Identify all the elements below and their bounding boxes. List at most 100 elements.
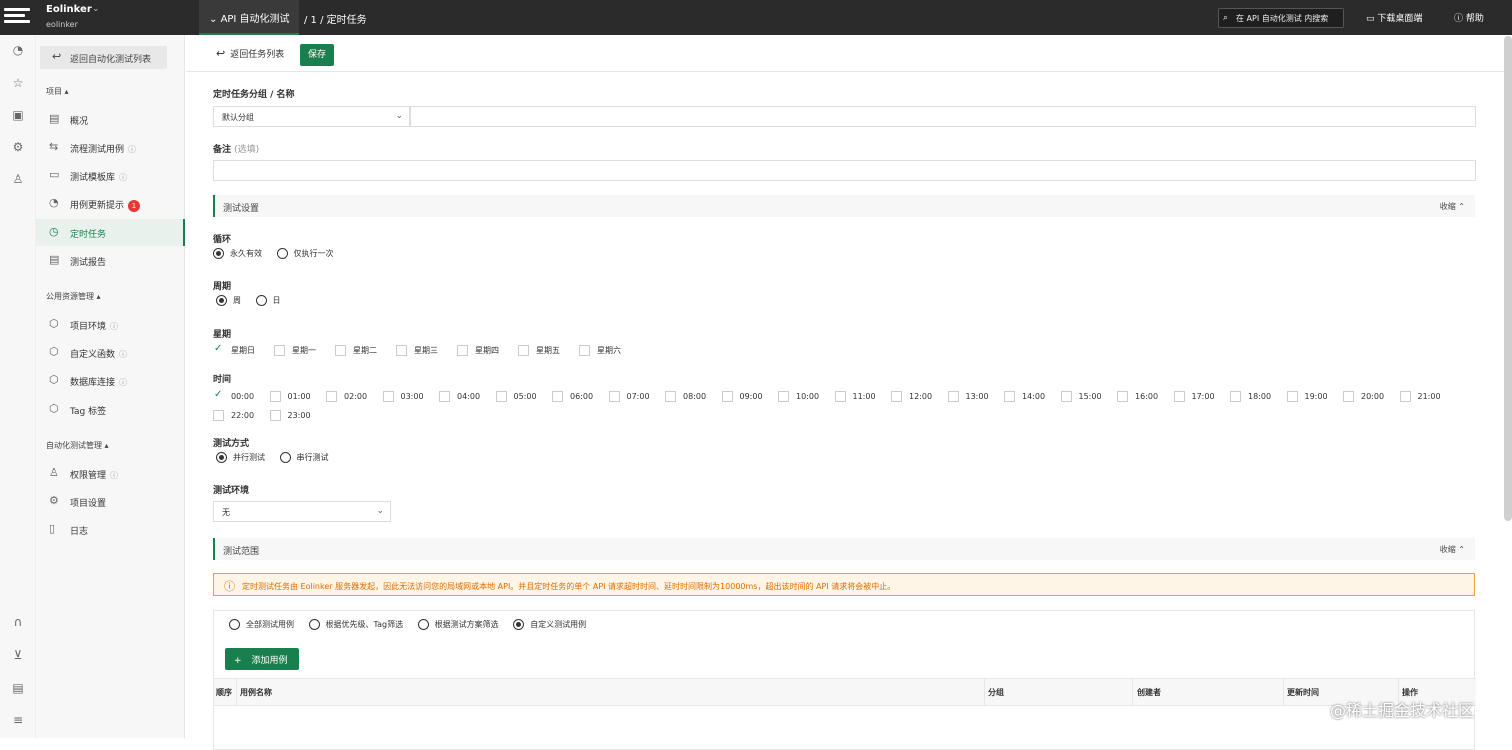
remark-input[interactable] (213, 160, 1476, 181)
col-case-name: 用例名称 (240, 688, 272, 697)
shop-icon[interactable]: ▣ (10, 108, 26, 122)
weekday-checkbox[interactable]: 星期四 (457, 345, 499, 356)
collapse-settings-button[interactable]: 收缩 ⌃ (1440, 201, 1465, 212)
env-label: 测试环境 (213, 486, 250, 496)
sidebar-item-functions[interactable]: ⬡ 自定义函数 ⓘ (36, 339, 185, 366)
sidebar-item-permissions[interactable]: ♙ 权限管理 ⓘ (36, 460, 185, 487)
time-checkbox[interactable]: 12:00 (891, 391, 932, 402)
time-checkbox[interactable]: 00:00 (213, 389, 254, 402)
scope-plan-radio[interactable]: 根据测试方案筛选 (417, 619, 499, 630)
weekday-checkbox[interactable]: 星期一 (274, 345, 316, 356)
cube-icon: ⬡ (49, 402, 59, 415)
sidebar-item-overview[interactable]: ▤ 概况 (36, 106, 185, 133)
time-checkbox[interactable]: 23:00 (269, 410, 311, 421)
time-checkbox[interactable]: 07:00 (608, 391, 650, 402)
star-icon[interactable]: ☆ (10, 76, 26, 90)
scope-custom-radio[interactable]: 自定义测试用例 (513, 619, 586, 630)
bell-icon[interactable]: ◔ (10, 43, 26, 57)
time-checkbox[interactable]: 04:00 (439, 391, 480, 402)
download-desktop-button[interactable]: ▭ 下载桌面端 (1366, 11, 1422, 24)
loop-once-radio[interactable]: 仅执行一次 (276, 248, 334, 259)
cube-icon: ⬡ (49, 345, 59, 358)
sidebar-item-log[interactable]: ▯ 日志 (36, 516, 185, 543)
mode-serial-radio[interactable]: 串行测试 (279, 452, 329, 463)
period-day-radio[interactable]: 日 (255, 295, 281, 306)
group-select[interactable]: 默认分组 ⌄ (213, 106, 410, 127)
time-checkbox[interactable]: 14:00 (1004, 391, 1045, 402)
period-week-radio[interactable]: 周 (216, 295, 241, 306)
time-checkbox[interactable]: 17:00 (1173, 391, 1215, 402)
week-label: 星期 (213, 330, 232, 340)
workspace-name[interactable]: Eolinker (46, 4, 92, 15)
weekday-checkbox[interactable]: 星期二 (335, 345, 377, 356)
time-checkbox[interactable]: 09:00 (721, 391, 763, 402)
sidebar-item-database[interactable]: ⬡ 数据库连接 ⓘ (36, 367, 185, 394)
menu-icon[interactable]: ≡ (10, 713, 26, 727)
scope-radio-group: 全部测试用例 根据优先级、Tag筛选 根据测试方案筛选 自定义测试用例 (229, 619, 598, 630)
weekday-checkbox[interactable]: 星期日 (213, 343, 255, 356)
sidebar-item-env[interactable]: ⬡ 项目环境 ⓘ (36, 311, 185, 338)
task-name-input[interactable] (410, 106, 1476, 127)
sidebar-item-templates[interactable]: ▭ 测试模板库 ⓘ (36, 162, 185, 189)
help-button[interactable]: ⓘ 帮助 (1454, 11, 1484, 24)
time-checkbox[interactable]: 16:00 (1117, 391, 1158, 402)
back-to-tasks-button[interactable]: ↩ 返回任务列表 (216, 47, 284, 60)
eolinker-logo-icon[interactable] (4, 8, 30, 28)
sidebar-item-flow-cases[interactable]: ⇆ 流程测试用例 ⓘ (36, 134, 185, 161)
time-checkbox[interactable]: 19:00 (1286, 391, 1328, 402)
plus-icon: + (234, 656, 242, 666)
group-project[interactable]: 项目 ▴ (46, 86, 69, 97)
time-checkbox[interactable]: 15:00 (1060, 391, 1102, 402)
time-checkbox[interactable]: 08:00 (665, 391, 706, 402)
info-icon: ⓘ (119, 173, 128, 182)
sidebar-item-project-settings[interactable]: ⚙ 项目设置 (36, 488, 185, 515)
group-auto-test-mgmt[interactable]: 自动化测试管理 ▴ (46, 440, 109, 451)
time-checkbox[interactable]: 13:00 (947, 391, 989, 402)
time-checkbox[interactable]: 10:00 (778, 391, 819, 402)
add-user-icon[interactable]: ♙ (10, 172, 26, 186)
time-checkbox[interactable]: 06:00 (552, 391, 593, 402)
env-select[interactable]: 无 ⌄ (213, 501, 391, 522)
scrollbar[interactable] (1504, 36, 1512, 521)
mode-label: 测试方式 (213, 439, 250, 449)
time-checkbox[interactable]: 11:00 (834, 391, 876, 402)
time-checkbox[interactable]: 20:00 (1343, 391, 1384, 402)
add-case-button[interactable]: + 添加用例 (225, 648, 299, 670)
case-table-header: 顺序 用例名称 分组 创建者 更新时间 操作 (214, 678, 1476, 706)
time-checkbox[interactable]: 01:00 (269, 391, 311, 402)
time-checkbox[interactable]: 21:00 (1399, 391, 1441, 402)
loop-forever-radio[interactable]: 永久有效 (213, 248, 262, 259)
mode-radio-group: 并行测试 串行测试 (216, 452, 341, 463)
help-icon: ⓘ (1454, 14, 1464, 24)
weekday-checkbox[interactable]: 星期三 (396, 345, 438, 356)
mode-parallel-radio[interactable]: 并行测试 (216, 452, 265, 463)
back-to-list-button[interactable]: ↩ 返回自动化测试列表 (40, 46, 167, 69)
weekday-checkbox[interactable]: 星期六 (579, 345, 621, 356)
save-button[interactable]: 保存 (300, 44, 334, 66)
download-icon[interactable]: ⊻ (10, 648, 26, 662)
gear-icon[interactable]: ⚙ (10, 140, 26, 154)
time-checkbox[interactable]: 02:00 (326, 391, 367, 402)
sidebar-item-case-updates[interactable]: ◔ 用例更新提示 1 (36, 190, 185, 217)
group-public-resources[interactable]: 公用资源管理 ▴ (46, 291, 101, 302)
sidebar-item-reports[interactable]: ▤ 测试报告 (36, 247, 185, 274)
breadcrumb-api-test[interactable]: ⌄ API 自动化测试 (199, 0, 299, 35)
flow-icon: ⇆ (49, 140, 59, 153)
chevron-down-icon[interactable]: ⌄ (92, 4, 100, 14)
time-checkbox[interactable]: 18:00 (1230, 391, 1271, 402)
scope-priority-radio[interactable]: 根据优先级、Tag筛选 (308, 619, 403, 630)
col-group: 分组 (988, 688, 1004, 697)
remark-label: 备注 (选填) (213, 145, 260, 155)
sidebar-item-tags[interactable]: ⬡ Tag 标签 (36, 396, 185, 423)
scope-all-radio[interactable]: 全部测试用例 (229, 619, 294, 630)
headset-icon[interactable]: ∩ (10, 615, 26, 629)
weekday-checkbox[interactable]: 星期五 (518, 345, 560, 356)
loop-label: 循环 (213, 235, 232, 245)
keyboard-icon[interactable]: ▤ (10, 681, 26, 695)
time-checkbox[interactable]: 22:00 (213, 410, 254, 421)
search-input[interactable]: ⌕ 在 API 自动化测试 内搜索 (1218, 8, 1344, 28)
collapse-scope-button[interactable]: 收缩 ⌃ (1440, 544, 1465, 555)
sidebar-item-scheduled-tasks[interactable]: ◷ 定时任务 (36, 219, 185, 246)
time-checkbox[interactable]: 05:00 (495, 391, 537, 402)
time-checkbox[interactable]: 03:00 (382, 391, 424, 402)
